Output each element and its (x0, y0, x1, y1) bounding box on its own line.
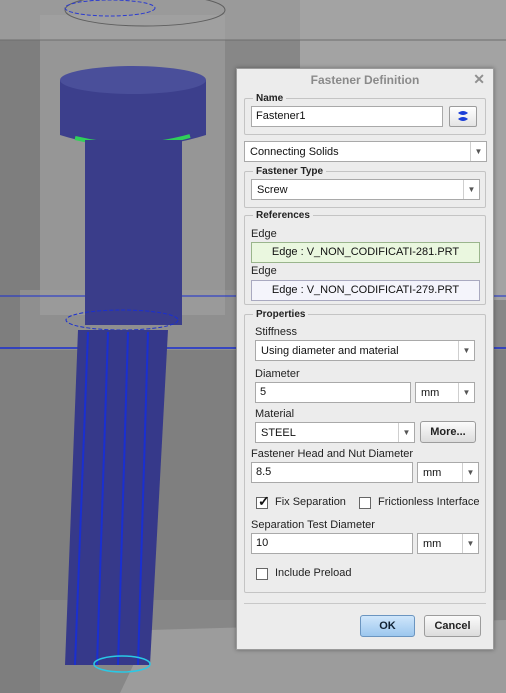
reference-2-label: Edge (251, 265, 277, 277)
head-nut-diameter-label: Fastener Head and Nut Diameter (251, 448, 414, 460)
diameter-input[interactable]: 5 (255, 382, 411, 403)
include-preload-checkbox[interactable] (256, 568, 268, 580)
chevron-down-icon: ▼ (462, 463, 478, 482)
fastener-definition-dialog: Fastener Definition ✕ Name Fastener1 Con… (236, 68, 494, 650)
cancel-button[interactable]: Cancel (424, 615, 481, 637)
frictionless-interface-label: Frictionless Interface (378, 496, 480, 508)
head-nut-diameter-input[interactable]: 8.5 (251, 462, 413, 483)
reference-1-collector[interactable]: Edge : V_NON_CODIFICATI-281.PRT (251, 242, 480, 263)
fastener-type-select[interactable]: Screw ▼ (251, 179, 480, 200)
name-legend: Name (256, 93, 284, 104)
chevron-down-icon: ▼ (458, 383, 474, 402)
separation-test-unit-value: mm (423, 538, 442, 550)
chevron-down-icon: ▼ (458, 341, 474, 360)
more-materials-button[interactable]: More... (420, 421, 476, 443)
reference-2-collector[interactable]: Edge : V_NON_CODIFICATI-279.PRT (251, 280, 480, 301)
head-nut-unit-value: mm (423, 467, 442, 479)
diameter-unit-value: mm (421, 387, 440, 399)
reference-1-label: Edge (251, 228, 277, 240)
dialog-title: Fastener Definition (310, 73, 420, 87)
material-select[interactable]: STEEL ▼ (255, 422, 415, 443)
head-nut-unit-select[interactable]: mm ▼ (417, 462, 479, 483)
chevron-down-icon: ▼ (470, 142, 486, 161)
material-value: STEEL (261, 427, 296, 439)
checkmark-icon: ✓ (258, 493, 270, 509)
references-legend: References (256, 210, 310, 221)
fix-separation-checkbox[interactable]: ✓ (256, 493, 270, 509)
include-preload-label: Include Preload (275, 567, 352, 579)
dialog-titlebar[interactable]: Fastener Definition ✕ (237, 69, 493, 91)
name-input[interactable]: Fastener1 (251, 106, 443, 127)
frictionless-interface-checkbox[interactable] (359, 497, 371, 509)
stiffness-select[interactable]: Using diameter and material ▼ (255, 340, 475, 361)
color-swatch-icon (458, 111, 468, 121)
color-picker-button[interactable] (449, 106, 477, 127)
fastener-type-legend: Fastener Type (256, 166, 324, 177)
material-label: Material (255, 408, 295, 420)
chevron-down-icon: ▼ (463, 180, 479, 199)
diameter-unit-select[interactable]: mm ▼ (415, 382, 475, 403)
button-separator (244, 603, 486, 604)
properties-legend: Properties (256, 309, 306, 320)
stiffness-value: Using diameter and material (261, 345, 399, 357)
diameter-label: Diameter (255, 368, 300, 380)
separation-test-diameter-input[interactable]: 10 (251, 533, 413, 554)
chevron-down-icon: ▼ (398, 423, 414, 442)
connection-type-select[interactable]: Connecting Solids ▼ (244, 141, 487, 162)
ok-button[interactable]: OK (360, 615, 415, 637)
close-icon[interactable]: ✕ (473, 71, 485, 88)
stiffness-label: Stiffness (255, 326, 297, 338)
fastener-type-value: Screw (257, 184, 288, 196)
separation-test-diameter-label: Separation Test Diameter (251, 519, 375, 531)
fix-separation-label: Fix Separation (275, 496, 346, 508)
connection-type-value: Connecting Solids (250, 146, 339, 158)
chevron-down-icon: ▼ (462, 534, 478, 553)
separation-test-unit-select[interactable]: mm ▼ (417, 533, 479, 554)
